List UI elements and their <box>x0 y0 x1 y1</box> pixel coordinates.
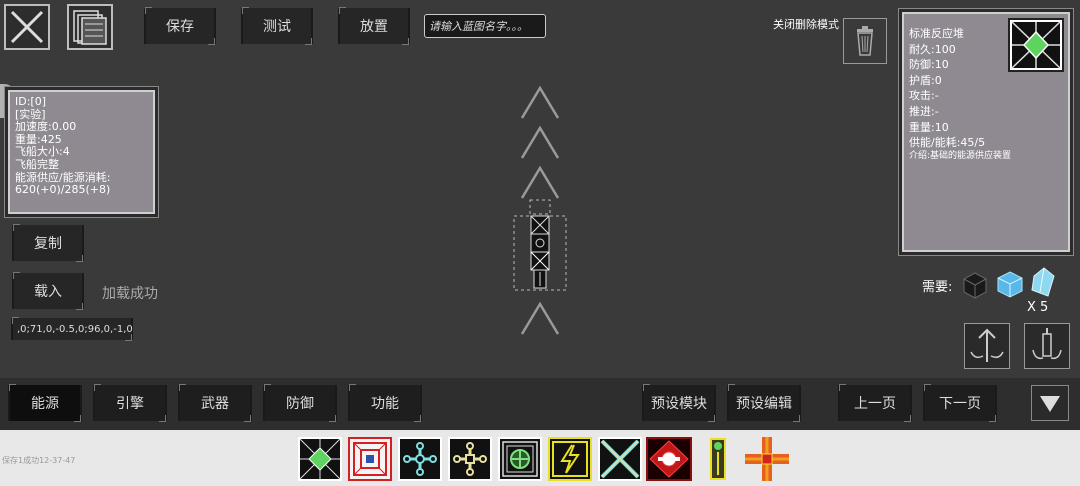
module-slot-lightning[interactable] <box>548 437 592 481</box>
load-status-text: 加载成功 <box>102 286 158 302</box>
blueprint-code-field[interactable]: ,0;71,0,-0.5,0;96,0,-1,0 <box>11 317 133 341</box>
tab-energy[interactable]: 能源 <box>8 384 82 422</box>
module-power: 供能/能耗:45/5 <box>909 136 986 150</box>
module-slot-green-pillar[interactable] <box>698 437 742 481</box>
trash-icon[interactable] <box>843 18 887 64</box>
collapse-down-icon[interactable] <box>1031 385 1069 421</box>
reactor-preview-icon <box>1008 18 1064 72</box>
module-slot-red-cannon[interactable] <box>646 437 692 481</box>
module-slot-red-core[interactable] <box>348 437 392 481</box>
module-slot-orange-cross[interactable] <box>742 437 792 481</box>
prev-page-button[interactable]: 上一页 <box>838 384 912 422</box>
module-shield: 护盾:0 <box>909 73 942 87</box>
ship-info-line: 飞船完整 <box>15 157 59 171</box>
tab-defense[interactable]: 防御 <box>263 384 337 422</box>
module-thrust: 推进:- <box>909 104 939 118</box>
module-weight: 重量:10 <box>909 120 949 134</box>
preset-module-button[interactable]: 预设模块 <box>642 384 716 422</box>
requirements-label: 需要: <box>922 280 953 295</box>
flip-ship-icon[interactable] <box>964 323 1010 369</box>
module-attack: 攻击:- <box>909 89 939 103</box>
tab-function[interactable]: 功能 <box>348 384 422 422</box>
close-x-icon[interactable] <box>4 4 50 50</box>
save-status-text: 保存1成功12-37-47 <box>2 456 76 465</box>
tab-engine[interactable]: 引擎 <box>93 384 167 422</box>
module-slot-cyan-node[interactable] <box>398 437 442 481</box>
module-slot-yellow-node[interactable] <box>448 437 492 481</box>
next-page-button[interactable]: 下一页 <box>923 384 997 422</box>
preset-edit-button[interactable]: 预设编辑 <box>727 384 801 422</box>
ship-info-line: 加速度:0.00 <box>15 120 77 134</box>
requirements-count: X 5 <box>1027 300 1049 315</box>
load-button[interactable]: 载入 <box>12 272 84 310</box>
cyan-cube-icon <box>996 270 1024 302</box>
module-slot-cross-thruster[interactable] <box>598 437 642 481</box>
blueprint-stack-icon[interactable] <box>67 4 113 50</box>
ship-grid[interactable] <box>512 196 568 292</box>
crystal-icon <box>1028 266 1056 302</box>
module-description: 介绍:基础的能源供应装置 <box>909 150 1012 161</box>
ship-info-line: ID:[0] <box>15 95 47 108</box>
black-cube-icon <box>962 271 988 303</box>
module-slot-reactor[interactable] <box>298 437 342 481</box>
rotate-module-icon[interactable] <box>1024 323 1070 369</box>
place-button[interactable]: 放置 <box>338 7 410 45</box>
test-button[interactable]: 测试 <box>241 7 313 45</box>
tab-weapon[interactable]: 武器 <box>178 384 252 422</box>
blueprint-name-input[interactable]: 请输入蓝图名字。。。 <box>424 14 546 38</box>
copy-button[interactable]: 复制 <box>12 224 84 262</box>
ship-info-line: 620(+0)/285(+8) <box>15 183 111 197</box>
save-button[interactable]: 保存 <box>144 7 216 45</box>
ship-info-panel: ID:[0] [实验] 加速度:0.00 重量:425 飞船大小:4 飞船完整 … <box>8 90 155 214</box>
module-slot-shield[interactable] <box>498 437 542 481</box>
close-delete-mode-label: 关闭删除模式 <box>773 18 839 31</box>
